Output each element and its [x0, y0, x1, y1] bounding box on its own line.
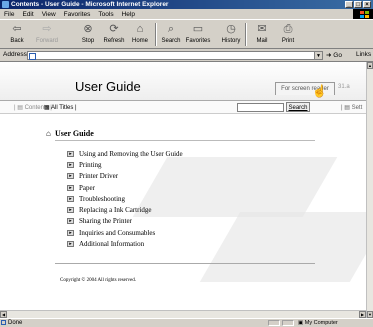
book-icon: ▸ [67, 218, 74, 225]
hand-cursor-icon: ☝ [312, 84, 327, 98]
menu-tools[interactable]: Tools [98, 11, 113, 18]
toc-list: ▸ Using and Removing the User Guide ▸ Prin… [67, 148, 183, 250]
minimize-button[interactable]: _ [345, 1, 353, 8]
toc-heading: User Guide [55, 129, 94, 138]
toc-item[interactable]: ▸ Troubleshooting [67, 193, 183, 204]
windows-logo [353, 9, 373, 19]
toc-item[interactable]: ▸ Paper [67, 182, 183, 193]
copyright: Copyright © 2004 All rights reserved. [60, 278, 137, 283]
page-icon [29, 53, 36, 60]
search-button[interactable]: Search [286, 102, 310, 112]
history-icon: ◷ [226, 23, 236, 35]
address-label: Address [3, 51, 27, 58]
titles-icon: ▦ [44, 105, 52, 111]
back-button[interactable]: ⇦ Back [3, 22, 31, 48]
home-button[interactable]: ⌂ Home [126, 22, 154, 48]
stop-icon: ⊗ [83, 23, 93, 35]
book-icon: ▸ [67, 241, 74, 248]
maximize-button[interactable]: □ [354, 1, 362, 8]
background-shape [199, 212, 366, 282]
scroll-down-icon[interactable]: ▼ [367, 311, 373, 318]
divider [55, 263, 315, 264]
window-title: Contents - User Guide - Microsoft Intern… [11, 1, 169, 8]
forward-arrow-icon: ⇨ [42, 23, 52, 35]
favorites-button[interactable]: ▭ Favorites [184, 22, 212, 48]
settings-link[interactable]: | ▤ Sett [341, 104, 362, 111]
toc-item[interactable]: ▸ Printer Driver [67, 171, 183, 182]
secondary-tab[interactable]: 31.a [338, 84, 350, 90]
toc-item[interactable]: ▸ Using and Removing the User Guide [67, 148, 183, 159]
printer-icon: ⎙ [283, 23, 293, 35]
home-icon: ⌂ [46, 129, 51, 138]
book-icon: ▸ [67, 150, 74, 157]
forward-button[interactable]: ⇨ Forward [33, 22, 61, 48]
address-field[interactable] [27, 51, 323, 60]
search-icon: ⌕ [167, 23, 175, 35]
toc-item[interactable]: ▸ Additional Information [67, 238, 183, 249]
close-button[interactable]: × [363, 1, 371, 8]
divider [55, 140, 315, 141]
mail-button[interactable]: ✉ Mail [248, 22, 276, 48]
home-icon: ⌂ [136, 23, 144, 35]
toc-item[interactable]: ▸ Sharing the Printer [67, 216, 183, 227]
refresh-icon: ⟳ [109, 23, 119, 35]
book-icon: ▸ [67, 229, 74, 236]
ie-icon [2, 1, 9, 8]
book-icon: ▸ [67, 173, 74, 180]
back-arrow-icon: ⇦ [12, 23, 22, 35]
address-dropdown-button[interactable]: ▼ [314, 51, 323, 60]
links-button[interactable]: Links [356, 51, 371, 58]
search-toolbar-button[interactable]: ⌕ Search [157, 22, 185, 48]
scroll-up-icon[interactable]: ▲ [367, 62, 373, 69]
book-icon: ▸ [67, 207, 74, 214]
scroll-left-icon[interactable]: ◀ [0, 311, 7, 318]
horizontal-scrollbar[interactable]: ◀ ▶ [0, 310, 366, 318]
window-controls: _ □ × [345, 1, 371, 8]
toolbar-separator [245, 23, 247, 46]
toc-item[interactable]: ▸ Inquiries and Consumables [67, 227, 183, 238]
mail-icon: ✉ [257, 23, 267, 35]
contents-icon: ▤ [15, 105, 25, 111]
print-button[interactable]: ⎙ Print [274, 22, 302, 48]
page-viewport: User Guide For screen reader 31.a ☝ | ▤ … [0, 62, 366, 318]
menu-file[interactable]: File [4, 11, 14, 18]
refresh-button[interactable]: ⟳ Refresh [100, 22, 128, 48]
address-bar: Address ▼ ➜ Go Links [0, 49, 373, 62]
status-panel [282, 320, 294, 326]
book-icon: ▸ [67, 195, 74, 202]
nav-row: | ▤ Contents | ▦ All Titles | Search | ▤… [0, 100, 366, 114]
toolbar: ⇦ Back ⇨ Forward ⊗ Stop ⟳ Refresh ⌂ Home… [0, 19, 373, 49]
page-title: User Guide [75, 79, 141, 94]
history-button[interactable]: ◷ History [217, 22, 245, 48]
page-icon [1, 320, 6, 325]
menu-edit[interactable]: Edit [22, 11, 33, 18]
vertical-scrollbar[interactable]: ▲ ▼ [366, 62, 373, 318]
status-bar: Done ▣ My Computer [0, 318, 373, 326]
go-button[interactable]: ➜ Go [326, 51, 342, 59]
all-titles-link[interactable]: ▦ All Titles | [44, 104, 77, 111]
toc-item[interactable]: ▸ Printing [67, 159, 183, 170]
favorites-folder-icon: ▭ [192, 23, 204, 35]
search-input[interactable] [237, 103, 284, 112]
menu-bar: File Edit View Favorites Tools Help [0, 9, 373, 19]
menu-view[interactable]: View [42, 11, 56, 18]
title-bar: Contents - User Guide - Microsoft Intern… [0, 0, 373, 9]
book-icon: ▸ [67, 184, 74, 191]
scroll-right-icon[interactable]: ▶ [359, 311, 366, 318]
menu-favorites[interactable]: Favorites [64, 11, 91, 18]
toc-item[interactable]: ▸ Replacing a Ink Cartridge [67, 204, 183, 215]
stop-button[interactable]: ⊗ Stop [74, 22, 102, 48]
book-icon: ▸ [67, 161, 74, 168]
status-panel [268, 320, 280, 326]
menu-help[interactable]: Help [122, 11, 135, 18]
